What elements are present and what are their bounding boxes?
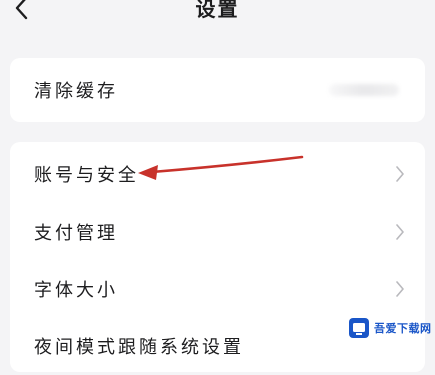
chevron-right-icon xyxy=(396,224,404,240)
top-bar: 设置 xyxy=(0,0,435,40)
chevron-right-icon xyxy=(396,166,404,182)
watermark: 吾爱下载网 xyxy=(348,313,435,343)
chevron-right-icon xyxy=(396,281,404,297)
clear-cache-label: 清除缓存 xyxy=(34,81,118,102)
settings-item-label: 账号与安全 xyxy=(34,165,139,186)
cache-size-value xyxy=(329,84,399,96)
clear-cache-row[interactable]: 清除缓存 xyxy=(10,61,425,119)
settings-item-font-size[interactable]: 字体大小 xyxy=(10,260,425,318)
watermark-logo-icon xyxy=(349,318,369,338)
clear-cache-card: 清除缓存 xyxy=(10,58,425,122)
settings-item-label: 夜间模式跟随系统设置 xyxy=(34,337,244,358)
settings-item-label: 支付管理 xyxy=(34,223,118,244)
settings-item-payment[interactable]: 支付管理 xyxy=(10,203,425,261)
settings-item-label: 字体大小 xyxy=(34,280,118,301)
page-title: 设置 xyxy=(195,0,240,21)
watermark-text: 吾爱下载网 xyxy=(374,322,432,335)
settings-item-account-security[interactable]: 账号与安全 xyxy=(10,145,425,203)
